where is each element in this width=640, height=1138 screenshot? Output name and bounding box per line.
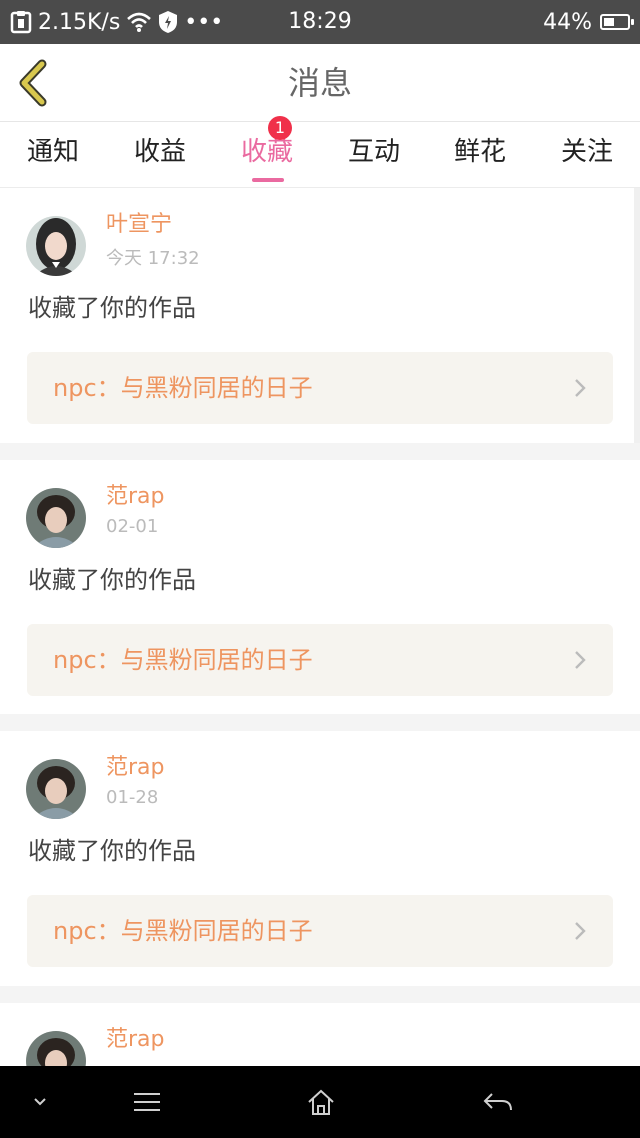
username[interactable]: 范rap [106, 478, 165, 510]
chevron-right-icon [575, 922, 586, 940]
timestamp: 02-01 [106, 516, 159, 537]
system-nav-bar [0, 1066, 640, 1138]
chevron-right-icon [575, 379, 586, 397]
unread-badge: 1 [268, 116, 292, 140]
timestamp: 今天 17:32 [106, 248, 200, 269]
action-text: 收藏了你的作品 [28, 294, 196, 322]
username[interactable]: 叶宣宁 [106, 206, 172, 238]
chevron-down-icon[interactable] [32, 1088, 48, 1116]
username[interactable]: 范rap [106, 1021, 165, 1053]
tab-flowers[interactable]: 鲜花 [427, 122, 533, 186]
avatar[interactable] [26, 1031, 86, 1066]
username[interactable]: 范rap [106, 749, 165, 781]
app-header: 消息 [0, 44, 640, 122]
scrollbar[interactable] [634, 188, 640, 443]
tab-label: 鲜花 [453, 137, 506, 167]
tab-notifications[interactable]: 通知 [0, 122, 106, 186]
tab-label: 收益 [133, 137, 186, 167]
page-title: 消息 [287, 64, 352, 102]
active-tab-indicator [252, 178, 284, 182]
tab-earnings[interactable]: 收益 [107, 122, 213, 186]
tab-favorites[interactable]: 收藏 1 [214, 116, 320, 186]
tab-interactions[interactable]: 互动 [321, 122, 427, 186]
tab-label: 关注 [560, 137, 613, 167]
avatar[interactable] [26, 216, 86, 276]
list-item: 范rap 01-28 收藏了你的作品 npc：与黑粉同居的日子 [0, 731, 640, 986]
status-bar: 2.15K/s ••• 18:29 44% [0, 0, 640, 44]
chevron-right-icon [575, 651, 586, 669]
tab-label: 收藏 [240, 137, 293, 167]
tab-following[interactable]: 关注 [534, 122, 640, 186]
list-item: 叶宣宁 今天 17:32 收藏了你的作品 npc：与黑粉同居的日子 [0, 188, 640, 443]
battery-fill [604, 18, 614, 26]
back-icon[interactable] [482, 1088, 514, 1116]
action-text: 收藏了你的作品 [28, 566, 196, 594]
list-item: 范rap 02-01 收藏了你的作品 npc：与黑粉同居的日子 [0, 460, 640, 714]
list-item: 范rap [0, 1003, 640, 1066]
battery-percent: 44% [543, 9, 592, 35]
menu-icon[interactable] [132, 1088, 162, 1116]
status-right: 44% [543, 0, 634, 44]
tab-label: 互动 [347, 137, 400, 167]
work-title: npc：与黑粉同居的日子 [53, 646, 313, 674]
tab-bar: 通知 收益 收藏 1 互动 鲜花 关注 [0, 116, 640, 188]
tab-label: 通知 [26, 137, 79, 167]
work-link[interactable]: npc：与黑粉同居的日子 [27, 624, 613, 696]
work-title: npc：与黑粉同居的日子 [53, 374, 313, 402]
work-link[interactable]: npc：与黑粉同居的日子 [27, 352, 613, 424]
action-text: 收藏了你的作品 [28, 837, 196, 865]
work-link[interactable]: npc：与黑粉同居的日子 [27, 895, 613, 967]
work-title: npc：与黑粉同居的日子 [53, 917, 313, 945]
avatar[interactable] [26, 759, 86, 819]
home-icon[interactable] [306, 1088, 336, 1116]
avatar[interactable] [26, 488, 86, 548]
timestamp: 01-28 [106, 787, 159, 808]
battery-icon [600, 14, 634, 30]
